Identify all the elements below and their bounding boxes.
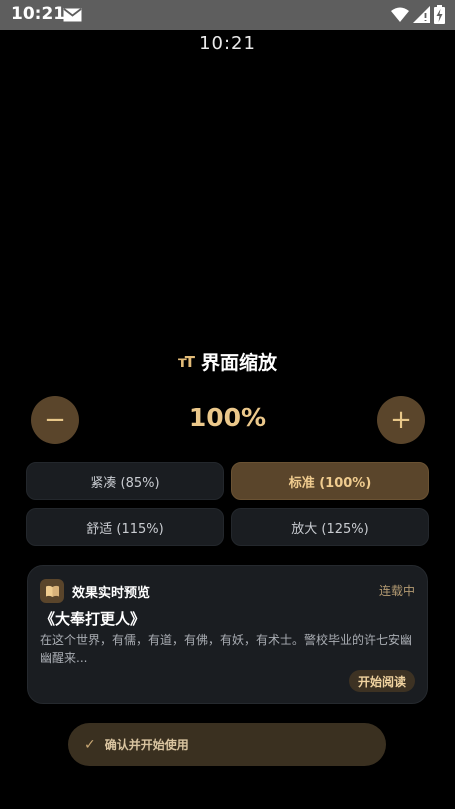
battery-charging-icon: [434, 5, 445, 28]
book-description: 在这个世界，有儒，有道，有佛，有妖，有术士。警校毕业的许七安幽幽醒来...: [40, 633, 413, 665]
mail-icon: [63, 7, 82, 26]
scale-option-standard[interactable]: 标准 (100%): [231, 462, 429, 500]
scale-option-large[interactable]: 放大 (125%): [231, 508, 429, 546]
scale-option-compact[interactable]: 紧凑 (85%): [26, 462, 224, 500]
section-header: ᴛT 界面缩放: [0, 348, 455, 375]
status-time: 10:21: [11, 4, 66, 24]
clock: 10:21: [199, 33, 256, 54]
book-icon: [40, 579, 64, 603]
scale-option-label: 标准 (100%): [288, 475, 372, 491]
status-bar: 10:21: [0, 0, 455, 30]
confirm-label: 确认并开始使用: [104, 738, 189, 752]
wifi-icon: [391, 7, 409, 27]
signal-icon: [413, 6, 430, 27]
start-reading-button[interactable]: 开始阅读: [348, 670, 415, 692]
scale-option-label: 舒适 (115%): [86, 521, 164, 537]
plus-icon: +: [390, 405, 412, 435]
confirm-button[interactable]: ✓ 确认并开始使用: [68, 723, 386, 766]
scale-option-label: 放大 (125%): [291, 521, 369, 537]
check-icon: ✓: [84, 736, 96, 753]
increase-scale-button[interactable]: +: [377, 396, 425, 444]
preview-title: 效果实时预览: [72, 586, 151, 601]
scale-option-comfortable[interactable]: 舒适 (115%): [26, 508, 224, 546]
book-title: 《大奉打更人》: [40, 610, 146, 628]
status-badge: 连载中: [378, 584, 415, 598]
preview-card: 效果实时预览 连载中 《大奉打更人》 在这个世界，有儒，有道，有佛，有妖，有术士…: [27, 565, 428, 704]
font-size-icon: ᴛT: [178, 352, 195, 371]
scale-option-label: 紧凑 (85%): [90, 475, 160, 491]
section-title: 界面缩放: [200, 352, 277, 374]
